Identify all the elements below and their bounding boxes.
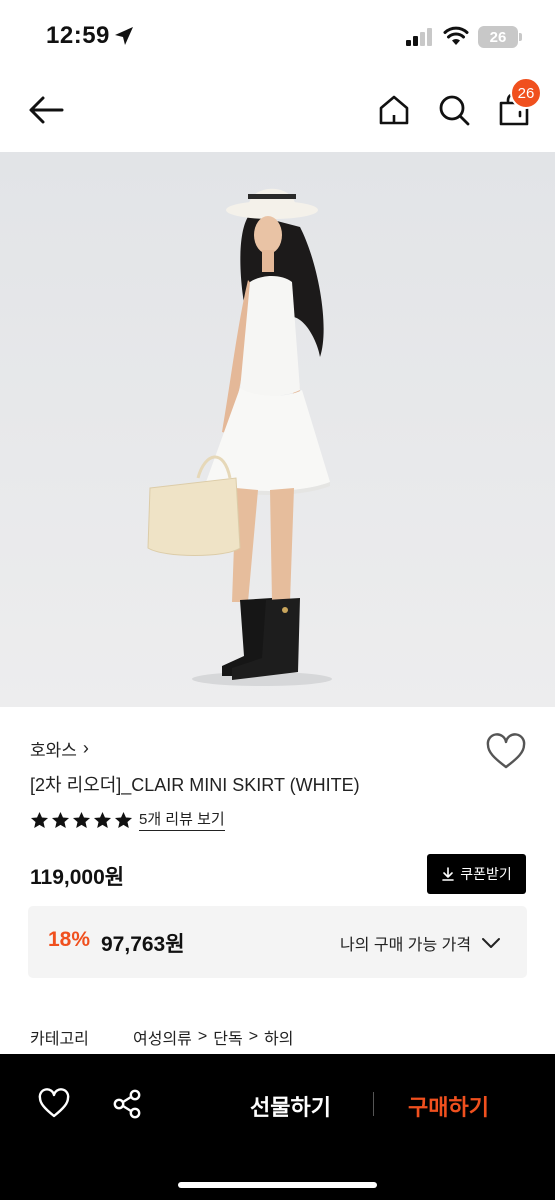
discount-box: 18% 97,763원 나의 구매 가능 가격 [28, 906, 527, 978]
category-level-1[interactable]: 여성의류 [133, 1025, 192, 1049]
original-price: 119,000원 [30, 866, 125, 889]
category-level-3[interactable]: 하의 [264, 1025, 293, 1049]
rating-stars [30, 811, 133, 829]
signal-icon [406, 28, 432, 46]
heart-icon[interactable] [486, 733, 526, 771]
star-icon [30, 811, 49, 828]
location-arrow-icon [115, 27, 133, 45]
star-icon [72, 811, 91, 828]
brand-link[interactable]: 호와스 › [30, 736, 89, 761]
category-label: 카테고리 [30, 1031, 89, 1048]
top-nav-bar: 26 [0, 70, 555, 152]
chevron-down-icon [482, 938, 501, 948]
wifi-icon [443, 26, 469, 45]
product-name: [2차 리오더]_CLAIR MINI SKIRT (WHITE) [30, 775, 360, 795]
my-price-label: 나의 구매 가능 가격 [340, 937, 472, 954]
cart-count-badge: 26 [510, 77, 542, 109]
back-arrow-icon[interactable] [26, 92, 66, 128]
review-link[interactable]: 5개 리뷰 보기 [139, 808, 225, 831]
brand-name: 호와스 [30, 741, 77, 760]
search-icon[interactable] [436, 92, 472, 128]
coupon-label: 쿠폰받기 [460, 866, 512, 882]
buy-button[interactable]: 구매하기 [408, 1090, 489, 1122]
bottom-action-bar: 선물하기 구매하기 [0, 1054, 555, 1200]
status-time: 12:59 [46, 22, 110, 49]
gift-button[interactable]: 선물하기 [250, 1090, 331, 1122]
discount-price: 97,763원 [101, 933, 185, 956]
coupon-button[interactable]: 쿠폰받기 [427, 854, 526, 894]
category-breadcrumb: 여성의류 > 단독 > 하의 [133, 1025, 293, 1049]
home-icon[interactable] [376, 92, 412, 128]
heart-icon[interactable] [38, 1088, 70, 1120]
breadcrumb-separator: > [197, 1028, 208, 1045]
home-indicator [178, 1182, 377, 1188]
breadcrumb-separator: > [248, 1028, 259, 1045]
divider [373, 1092, 374, 1116]
star-icon [51, 811, 70, 828]
battery-indicator: 26 [478, 26, 522, 48]
star-icon [114, 811, 133, 828]
share-icon[interactable] [111, 1088, 143, 1120]
status-bar: 12:59 26 [0, 0, 555, 70]
discount-rate: 18% [48, 928, 91, 951]
star-icon [93, 811, 112, 828]
category-level-2[interactable]: 단독 [213, 1025, 242, 1049]
chevron-right-icon: › [82, 738, 89, 758]
rating-row: 5개 리뷰 보기 [30, 808, 225, 831]
download-icon [442, 867, 455, 881]
my-price-toggle[interactable]: 나의 구매 가능 가격 [340, 931, 501, 955]
product-image[interactable] [0, 152, 555, 707]
